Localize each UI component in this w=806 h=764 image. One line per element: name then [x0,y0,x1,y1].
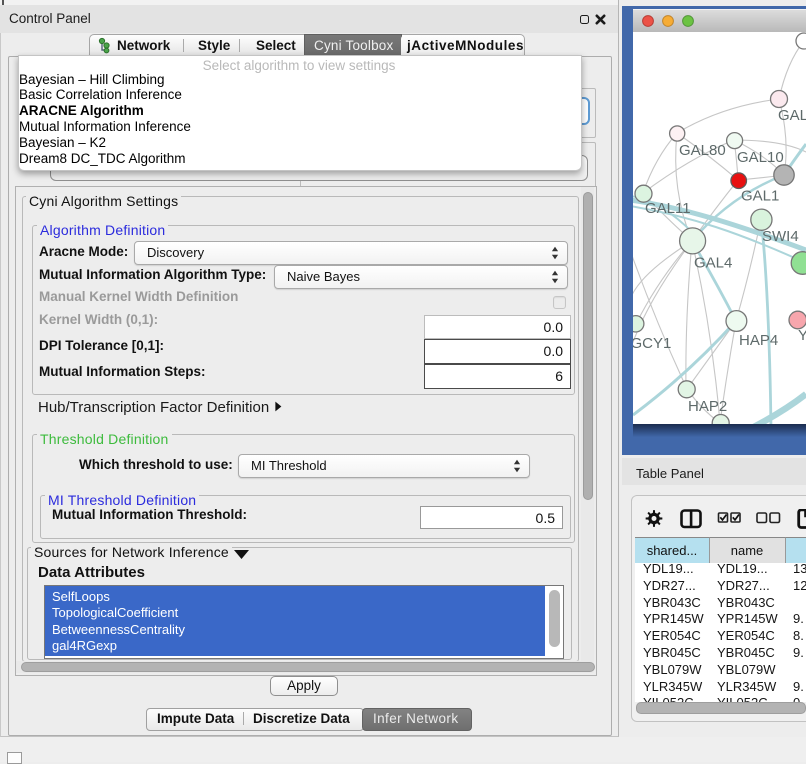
svg-text:GAL80: GAL80 [679,142,726,159]
svg-text:GAL1: GAL1 [741,188,779,205]
svg-text:GAL4: GAL4 [694,255,732,272]
svg-text:HAP2: HAP2 [688,398,727,415]
svg-text:SWI4: SWI4 [762,228,799,245]
svg-text:HAP4: HAP4 [739,332,778,349]
svg-text:Y: Y [798,327,806,344]
svg-text:GAL: GAL [778,107,806,124]
svg-text:GAL11: GAL11 [645,200,691,217]
svg-text:GAL10: GAL10 [737,149,784,166]
svg-text:GCY1: GCY1 [633,335,671,352]
